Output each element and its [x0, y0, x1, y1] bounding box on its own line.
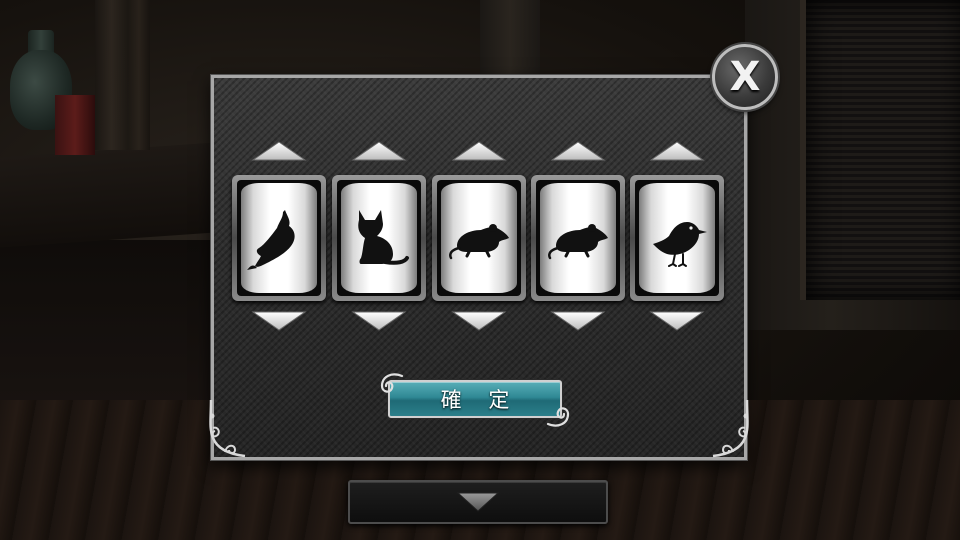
confirm-label: 確 定 [440, 388, 520, 412]
reel-1-frame [232, 175, 326, 301]
confirm-button[interactable]: 確 定 [388, 380, 562, 418]
curtain [95, 0, 150, 150]
reel-2-frame [332, 175, 426, 301]
bird-icon [653, 222, 707, 267]
reel-5-face [639, 183, 715, 293]
inventory-toggle-button[interactable] [348, 480, 608, 524]
reel-1-face [241, 183, 317, 293]
corner-ornament-right [712, 399, 749, 458]
reel-2 [332, 140, 426, 340]
reel-1-down-arrow-icon[interactable] [251, 310, 307, 332]
reel-5-up-arrow-icon[interactable] [649, 140, 705, 162]
fish-icon [247, 210, 295, 270]
close-button[interactable]: X [712, 44, 778, 110]
reel-1-up-arrow-icon[interactable] [251, 140, 307, 162]
confirm-button-wrap: 確 定 [378, 372, 572, 428]
reel-4-down-arrow-icon[interactable] [550, 310, 606, 332]
desk [0, 142, 215, 248]
reel-5-frame [630, 175, 724, 301]
pillar [480, 0, 540, 80]
close-icon: X [729, 54, 761, 100]
red-book [55, 95, 95, 155]
reel-4-frame [531, 175, 625, 301]
reel-3-down-arrow-icon[interactable] [451, 310, 507, 332]
swirl-ornament-icon [380, 373, 404, 393]
door-grille [800, 0, 960, 300]
reel-5 [630, 140, 724, 340]
rat-icon [548, 224, 608, 260]
reel-2-up-arrow-icon[interactable] [351, 140, 407, 162]
rat-icon [449, 224, 509, 260]
reel-4 [531, 140, 625, 340]
reel-2-down-arrow-icon[interactable] [351, 310, 407, 332]
reel-3 [432, 140, 526, 340]
reel-2-face [341, 183, 417, 293]
reel-3-frame [432, 175, 526, 301]
reel-1 [232, 140, 326, 340]
reel-3-face [441, 183, 517, 293]
swirl-ornament-icon [546, 407, 570, 427]
chevron-down-icon [456, 492, 500, 512]
cat-icon [358, 210, 409, 265]
reel-3-up-arrow-icon[interactable] [451, 140, 507, 162]
reel-4-face [540, 183, 616, 293]
corner-ornament-left [209, 399, 246, 458]
reel-5-down-arrow-icon[interactable] [649, 310, 705, 332]
reel-4-up-arrow-icon[interactable] [550, 140, 606, 162]
